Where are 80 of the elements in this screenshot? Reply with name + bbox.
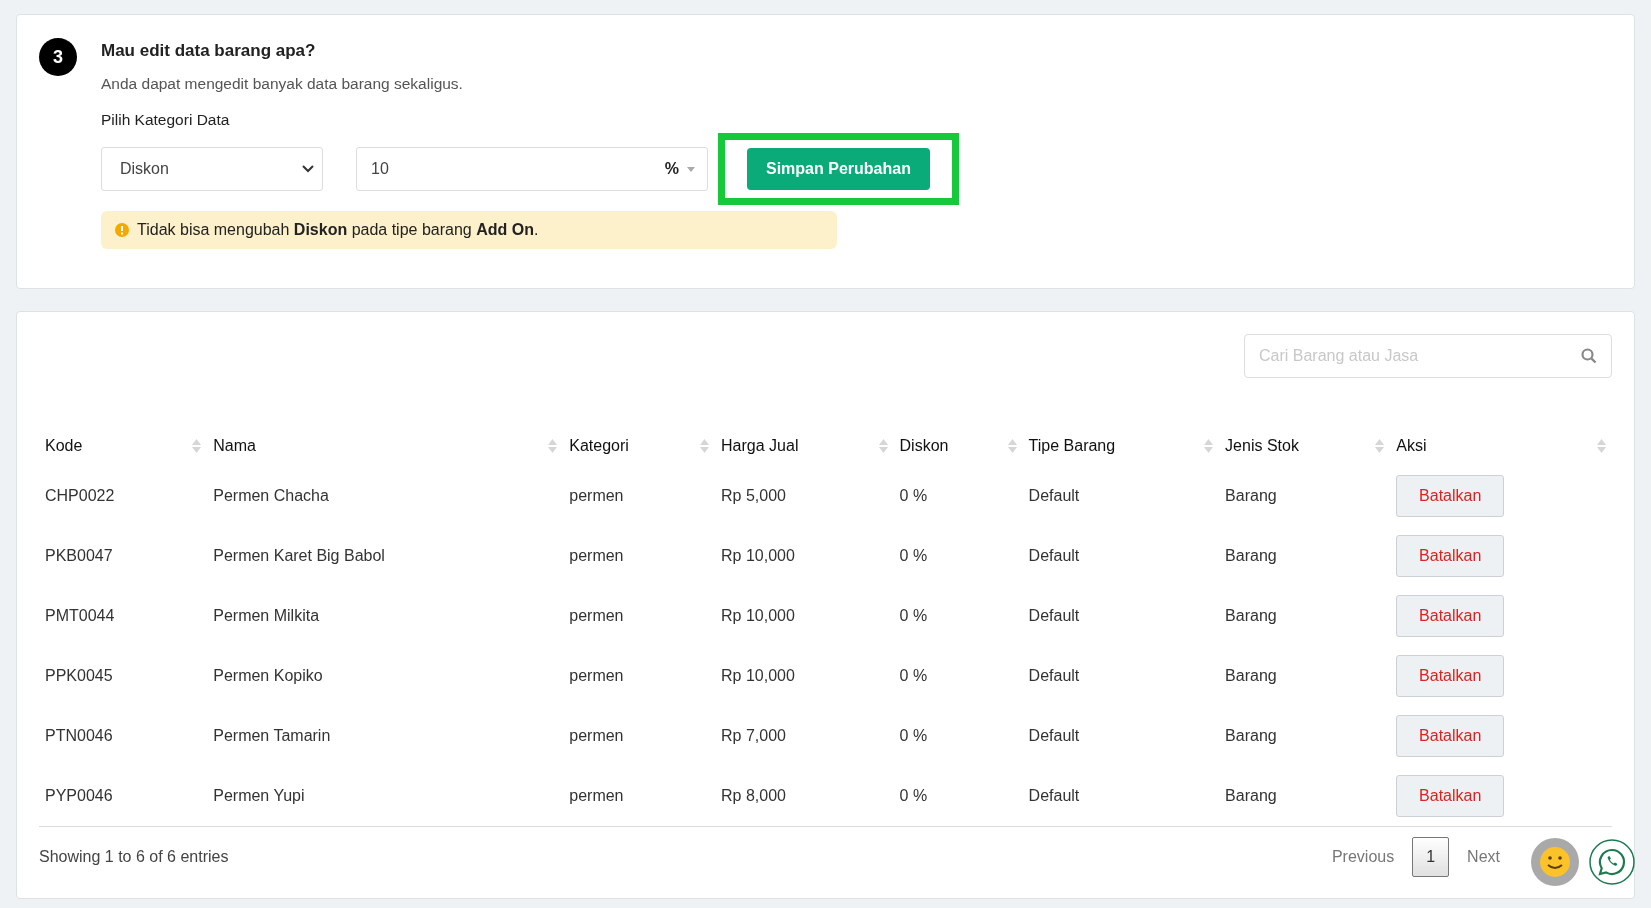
table-cell: Barang — [1225, 607, 1277, 624]
sort-icon[interactable] — [700, 438, 710, 454]
table-cell: Default — [1028, 547, 1080, 564]
cancel-button[interactable]: Batalkan — [1396, 475, 1505, 517]
cancel-button[interactable]: Batalkan — [1396, 775, 1505, 817]
warning-text: Tidak bisa mengubah Diskon pada tipe barang Add On. — [137, 221, 539, 239]
table-cell: Permen Kopiko — [213, 667, 323, 684]
smiley-feedback-button[interactable] — [1531, 838, 1579, 886]
section-subtitle: Anda dapat mengedit banyak data barang sekaligus. — [101, 75, 464, 93]
search-icon — [1581, 348, 1597, 364]
table-cell: Default — [1028, 607, 1080, 624]
table-cell: Barang — [1225, 547, 1277, 564]
table-cell: 0 % — [899, 547, 928, 564]
table-cell: Barang — [1225, 667, 1277, 684]
table-cell: permen — [569, 487, 624, 504]
step-number-badge: 3 — [39, 38, 77, 76]
column-header[interactable]: Kategori — [569, 437, 629, 455]
table-cell: Rp 10,000 — [721, 547, 795, 564]
column-header[interactable]: Harga Jual — [721, 437, 799, 455]
sort-icon[interactable] — [878, 438, 888, 454]
column-header[interactable]: Nama — [213, 437, 256, 455]
table-cell: permen — [569, 607, 624, 624]
table-cell: Default — [1028, 487, 1080, 504]
table-cell: PPK0045 — [45, 667, 113, 684]
table-cell: Barang — [1225, 787, 1277, 804]
table-cell: permen — [569, 547, 624, 564]
cancel-button[interactable]: Batalkan — [1396, 655, 1505, 697]
table-cell: permen — [569, 667, 624, 684]
sort-icon[interactable] — [1597, 438, 1606, 454]
cancel-button[interactable]: Batalkan — [1396, 715, 1505, 757]
column-header[interactable]: Kode — [45, 437, 83, 455]
field-label: Pilih Kategori Data — [101, 111, 231, 129]
table-cell: Permen Chacha — [213, 487, 329, 504]
table-cell: PMT0044 — [45, 607, 115, 624]
column-header[interactable]: Jenis Stok — [1225, 437, 1299, 455]
table-cell: Permen Tamarin — [213, 727, 331, 744]
sort-icon[interactable] — [1204, 438, 1214, 454]
section-title: Mau edit data barang apa? — [101, 41, 317, 61]
table-cell: PTN0046 — [45, 727, 113, 744]
table-cell: permen — [569, 727, 624, 744]
caret-down-icon — [687, 166, 695, 172]
page-button[interactable]: 1 — [1412, 837, 1450, 877]
cancel-button[interactable]: Batalkan — [1396, 595, 1505, 637]
table-cell: Default — [1028, 727, 1080, 744]
table-cell: Rp 10,000 — [721, 667, 795, 684]
table-cell: Permen Yupi — [213, 787, 305, 804]
table-cell: 0 % — [899, 667, 928, 684]
table-cell: PYP0046 — [45, 787, 113, 804]
table-cell: Rp 7,000 — [721, 727, 786, 744]
column-header[interactable]: Tipe Barang — [1028, 437, 1116, 455]
table-cell: Barang — [1225, 487, 1277, 504]
table-cell: CHP0022 — [45, 487, 115, 504]
column-header[interactable]: Diskon — [899, 437, 949, 455]
table-cell: Rp 10,000 — [721, 607, 795, 624]
sort-icon[interactable] — [1007, 438, 1017, 454]
table-cell: Permen Karet Big Babol — [213, 547, 385, 564]
warning-icon — [115, 223, 129, 237]
table-cell: Permen Milkita — [213, 607, 320, 624]
amount-field[interactable]: 10 % — [356, 147, 708, 191]
column-header[interactable]: Aksi — [1396, 437, 1427, 455]
sort-icon[interactable] — [1375, 438, 1385, 454]
unit-dropdown[interactable]: % — [664, 160, 679, 178]
table-cell: Rp 5,000 — [721, 487, 786, 504]
table-cell: 0 % — [899, 787, 928, 804]
sort-icon[interactable] — [192, 438, 202, 454]
table-cell: 0 % — [899, 487, 928, 504]
cancel-button[interactable]: Batalkan — [1396, 535, 1505, 577]
chevron-down-icon — [302, 165, 314, 173]
table-cell: 0 % — [899, 607, 928, 624]
table-cell: Default — [1028, 787, 1080, 804]
table-cell: 0 % — [899, 727, 928, 744]
table-cell: Barang — [1225, 727, 1277, 744]
table-cell: Default — [1028, 667, 1080, 684]
category-select[interactable]: Diskon — [101, 147, 323, 191]
table-cell: Rp 8,000 — [721, 787, 786, 804]
table-cell: PKB0047 — [45, 547, 113, 564]
sort-icon[interactable] — [548, 438, 558, 454]
whatsapp-chat-button[interactable] — [1589, 839, 1635, 885]
entries-info: Showing 1 to 6 of 6 entries — [39, 848, 229, 866]
table-cell: permen — [569, 787, 624, 804]
